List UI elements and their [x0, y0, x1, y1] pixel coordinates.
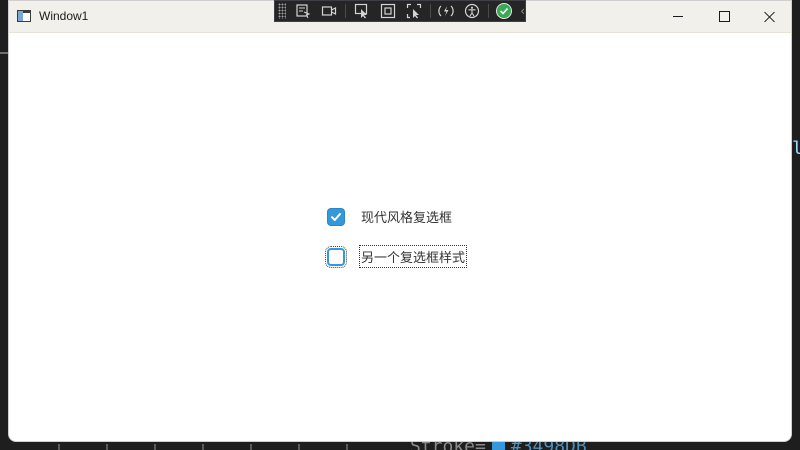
toolbar-separator [488, 4, 490, 18]
background-editor-fragment: l [792, 138, 800, 159]
window-app-icon [17, 10, 31, 22]
maximize-icon [718, 11, 730, 22]
close-icon [764, 11, 776, 23]
checkbox-unchecked-box[interactable] [325, 245, 347, 268]
hot-reload-icon[interactable] [436, 2, 458, 20]
check-status-icon[interactable] [496, 3, 513, 19]
close-button[interactable] [747, 1, 791, 32]
toolbar-grip-icon[interactable] [278, 3, 286, 19]
record-icon[interactable] [318, 2, 340, 20]
checkbox-label[interactable]: 另一个复选框样式 [358, 245, 468, 268]
toolbar-separator [344, 4, 346, 18]
maximize-button[interactable] [701, 1, 747, 32]
minimize-button[interactable] [655, 1, 701, 32]
another-style-checkbox[interactable]: 另一个复选框样式 [325, 245, 468, 268]
collapse-chevron-icon[interactable]: ‹ [520, 4, 525, 18]
background-editor-line [0, 52, 8, 54]
debug-toolbar: ‹ [274, 0, 526, 22]
window-title: Window1 [39, 9, 89, 23]
track-focused-element-icon[interactable] [403, 2, 425, 20]
checkbox-checked-box[interactable] [327, 207, 345, 226]
accessibility-icon[interactable] [461, 2, 483, 20]
select-element-icon[interactable] [292, 2, 314, 20]
minimize-icon [673, 16, 683, 17]
app-window: Window1 现代风格复选框 另一个复选框样式 [8, 0, 792, 442]
modern-style-checkbox[interactable]: 现代风格复选框 [327, 207, 452, 226]
display-layout-adorners-icon[interactable] [377, 2, 399, 20]
checkmark-icon [331, 212, 341, 221]
select-element-pointer-icon[interactable] [351, 2, 373, 20]
checkbox-label[interactable]: 现代风格复选框 [361, 207, 452, 226]
toolbar-separator [429, 4, 431, 18]
background-ruler [0, 442, 800, 450]
